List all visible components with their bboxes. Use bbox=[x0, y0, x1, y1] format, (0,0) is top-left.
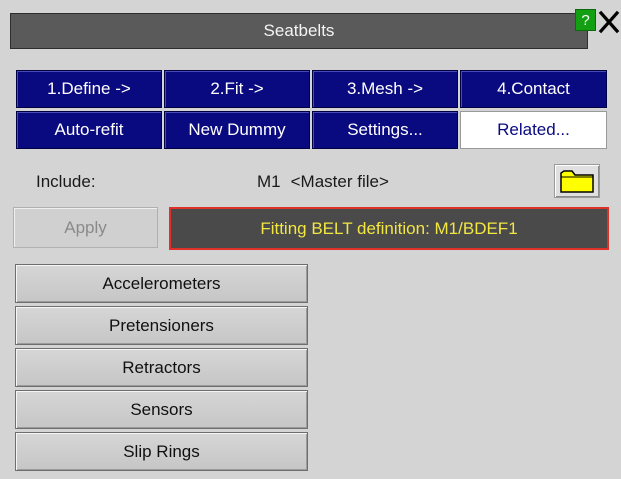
contact-button[interactable]: 4.Contact bbox=[460, 70, 607, 108]
include-label: Include: bbox=[36, 172, 96, 191]
seatbelts-window: Seatbelts ? 1.Define -> 2.Fit -> 3.Mesh … bbox=[0, 0, 621, 479]
settings-button[interactable]: Settings... bbox=[312, 111, 458, 149]
window-title: Seatbelts bbox=[263, 21, 335, 40]
slip-rings-button[interactable]: Slip Rings bbox=[15, 432, 308, 471]
fit-button[interactable]: 2.Fit -> bbox=[164, 70, 310, 108]
step-button-grid: 1.Define -> 2.Fit -> 3.Mesh -> 4.Contact… bbox=[16, 70, 607, 149]
folder-icon bbox=[560, 170, 594, 193]
title-bar[interactable]: Seatbelts bbox=[10, 13, 588, 49]
mesh-button[interactable]: 3.Mesh -> bbox=[312, 70, 458, 108]
auto-refit-button[interactable]: Auto-refit bbox=[16, 111, 162, 149]
close-button[interactable] bbox=[598, 10, 620, 34]
help-button[interactable]: ? bbox=[575, 9, 596, 31]
status-message: Fitting BELT definition: M1/BDEF1 bbox=[169, 207, 609, 250]
include-model: M1 bbox=[257, 172, 281, 191]
related-button[interactable]: Related... bbox=[460, 111, 607, 149]
new-dummy-button[interactable]: New Dummy bbox=[164, 111, 310, 149]
pretensioners-button[interactable]: Pretensioners bbox=[15, 306, 308, 345]
define-button[interactable]: 1.Define -> bbox=[16, 70, 162, 108]
select-include-button[interactable] bbox=[554, 164, 600, 198]
accelerometers-button[interactable]: Accelerometers bbox=[15, 264, 308, 303]
component-buttons: Accelerometers Pretensioners Retractors … bbox=[15, 264, 308, 474]
include-file: <Master file> bbox=[290, 172, 389, 191]
retractors-button[interactable]: Retractors bbox=[15, 348, 308, 387]
apply-button[interactable]: Apply bbox=[13, 207, 158, 248]
help-icon: ? bbox=[581, 11, 590, 29]
include-value: M1 <Master file> bbox=[257, 172, 389, 192]
sensors-button[interactable]: Sensors bbox=[15, 390, 308, 429]
close-icon bbox=[598, 10, 620, 34]
